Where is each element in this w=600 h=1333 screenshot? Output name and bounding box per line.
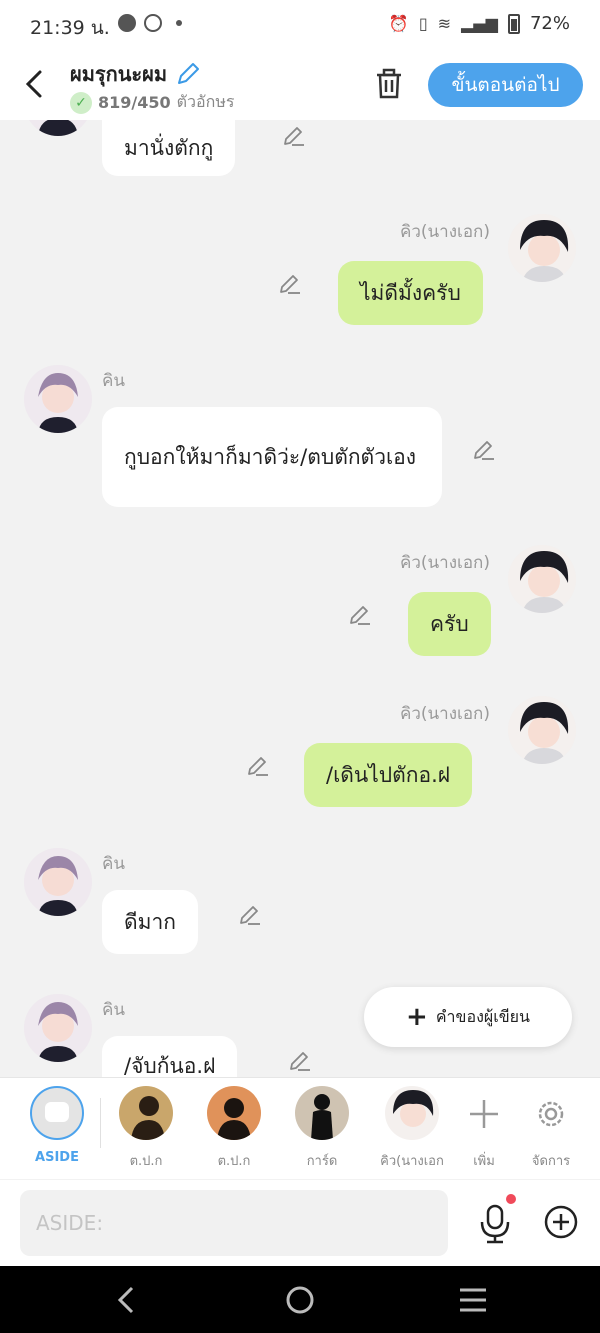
messenger-icon [144,14,162,32]
speaker-name: คิว(นางเอก) [400,222,490,242]
character-aside[interactable]: ASIDE [17,1086,97,1165]
message-text: ครับ [430,611,469,636]
author-note-button[interactable]: + คำของผู้เขียน [364,987,572,1047]
speaker-name: คิน [102,854,125,874]
character-item[interactable]: ต.ป.ก [194,1086,274,1171]
avatar-kin[interactable] [24,848,92,916]
notification-icons [118,14,182,32]
chat-area[interactable]: มานั่งตักกู คิว(นางเอก) ไม่ดีมั้งครับ คิ… [0,120,600,1077]
divider [100,1098,101,1148]
recording-indicator [506,1194,516,1204]
story-title: ผมรุกนะผม [70,62,168,86]
signal-icon: ▂▄▆ [461,14,498,33]
avatar-kin[interactable] [24,994,92,1062]
message-text: ไม่ดีมั้งครับ [360,280,461,305]
input-bar [0,1180,600,1266]
character-item[interactable]: คิว(นางเอก [372,1086,452,1171]
avatar-kiw[interactable] [508,214,576,282]
nav-home-icon[interactable] [280,1282,320,1318]
vibrate-icon: ▯ [418,14,428,33]
edit-message-icon[interactable] [472,438,496,462]
edit-message-icon[interactable] [288,1049,312,1073]
more-notifications-icon [176,20,182,26]
story-title-row[interactable]: ผมรุกนะผม [70,58,201,90]
delete-button[interactable] [374,68,404,100]
character-label: คิว(นางเอก [380,1154,444,1169]
character-label: จัดการ [531,1154,571,1169]
edit-message-icon[interactable] [278,272,302,296]
character-avatar [207,1086,261,1140]
speaker-name: คิว(นางเอก) [400,553,490,573]
battery-percent: 72% [529,13,570,34]
microphone-icon[interactable] [478,1204,512,1244]
status-time: 21:39 น. [30,17,110,39]
chat-notification-icon [118,14,136,32]
system-icons: ⏰ ▯ ≋ ▂▄▆ 72% [389,13,570,34]
character-label: ASIDE [35,1150,79,1165]
character-item[interactable]: การ์ด [282,1086,362,1171]
battery-icon [507,13,520,34]
character-avatar [295,1086,349,1140]
back-arrow-icon [25,70,42,98]
gear-icon [538,1101,564,1127]
character-avatar [119,1086,173,1140]
header: ผมรุกนะผม ✓ 819/450 ตัวอักษร ขั้นตอนต่อไ… [0,50,600,120]
status-bar: 21:39 น. ⏰ ▯ ≋ ▂▄▆ 72% [0,0,600,50]
nav-back-icon[interactable] [108,1282,148,1318]
wifi-icon: ≋ [437,14,452,33]
message-bubble[interactable]: กูบอกให้มาก็มาดิว่ะ/ตบตักตัวเอง [102,407,442,507]
nav-recents-icon[interactable] [452,1282,492,1318]
message-text: ดีมาก [124,909,176,934]
edit-message-icon[interactable] [246,754,270,778]
message-input[interactable] [20,1190,448,1256]
message-text: มานั่งตักกู [124,135,214,160]
char-counter: ✓ 819/450 ตัวอักษร [70,90,234,115]
message-bubble[interactable]: /เดินไปตักอ.ฝ [304,743,473,807]
message-bubble[interactable]: มานั่งตักกู [102,120,236,176]
speaker-name: คิน [102,371,125,391]
edit-message-icon[interactable] [282,124,306,148]
character-avatar [385,1086,439,1140]
edit-title-icon[interactable] [175,61,201,87]
author-note-label: คำของผู้เขียน [435,1006,530,1026]
character-label: ต.ป.ก [129,1154,163,1169]
message-text: /จับก้นอ.ฝ [124,1054,216,1077]
avatar-kin[interactable] [24,365,92,433]
manage-characters-button[interactable]: จัดการ [511,1086,591,1171]
add-circle-icon[interactable] [544,1205,578,1239]
next-step-button[interactable]: ขั้นตอนต่อไป [428,63,583,107]
message-bubble[interactable]: /จับก้นอ.ฝ [102,1036,238,1077]
plus-icon: + [406,1002,428,1032]
speaker-name: คิน [102,1000,125,1020]
message-bubble[interactable]: ดีมาก [102,890,198,954]
message-text: กูบอกให้มาก็มาดิว่ะ/ตบตักตัวเอง [124,445,417,469]
avatar-kin[interactable] [24,120,92,136]
plus-icon [470,1100,498,1128]
edit-message-icon[interactable] [348,603,372,627]
char-count: 819/450 [98,93,171,112]
alarm-icon: ⏰ [388,14,409,33]
message-bubble[interactable]: ครับ [408,592,491,656]
aside-icon [30,1086,84,1140]
avatar-kiw[interactable] [508,696,576,764]
char-unit: ตัวอักษร [176,92,235,111]
back-button[interactable] [20,66,50,102]
speaker-name: คิว(นางเอก) [400,704,490,724]
character-bar: ASIDE ต.ป.ก ต.ป.ก การ์ด คิว(นางเอก เพิ่ม [0,1077,600,1179]
trash-icon [377,68,401,99]
character-label: ต.ป.ก [217,1154,251,1169]
avatar-kiw[interactable] [508,545,576,613]
check-icon: ✓ [70,91,92,114]
system-nav-bar [0,1266,600,1333]
message-bubble[interactable]: ไม่ดีมั้งครับ [338,261,483,325]
edit-message-icon[interactable] [238,903,262,927]
message-text: /เดินไปตักอ.ฝ [326,762,451,787]
character-label: การ์ด [306,1154,338,1169]
character-item[interactable]: ต.ป.ก [106,1086,186,1171]
